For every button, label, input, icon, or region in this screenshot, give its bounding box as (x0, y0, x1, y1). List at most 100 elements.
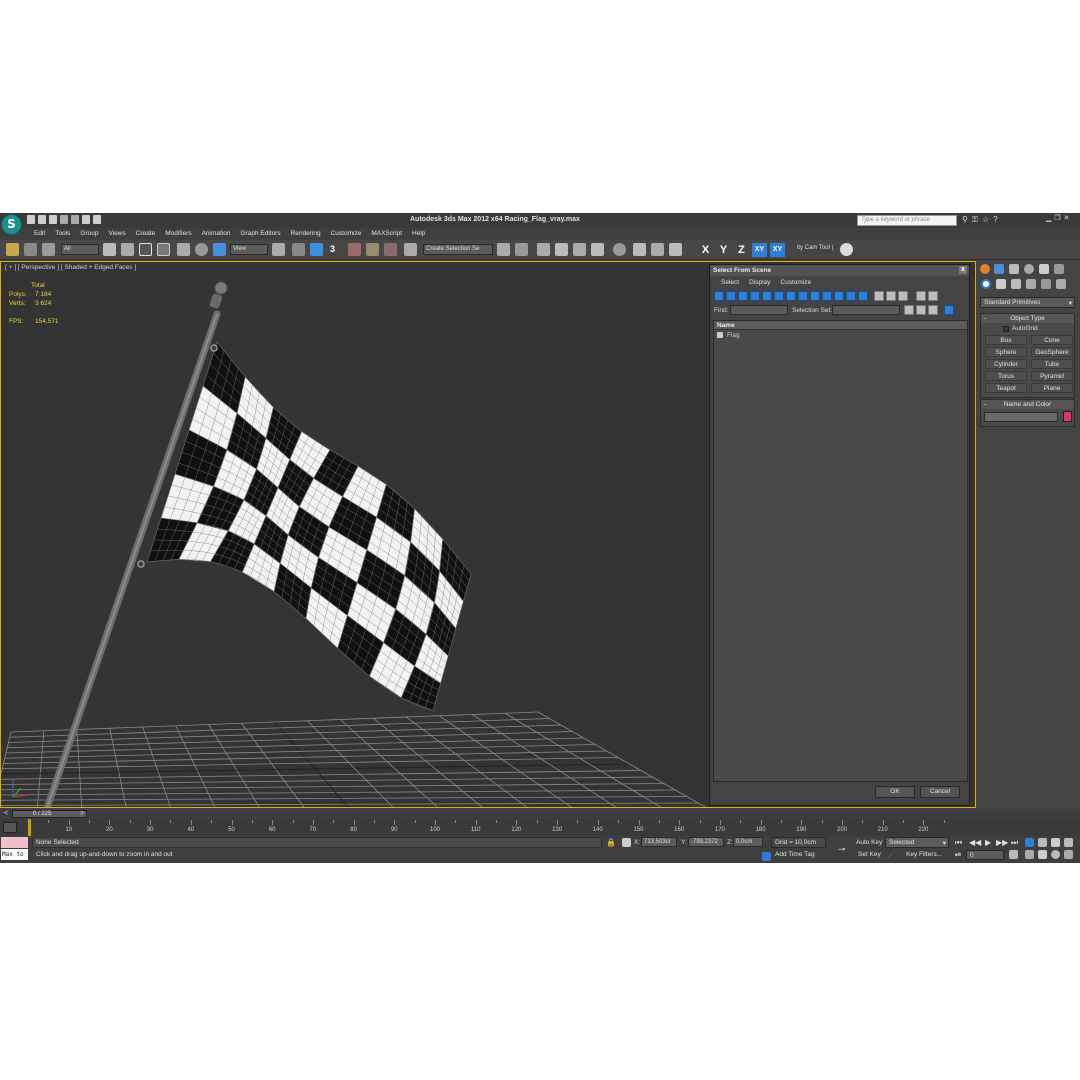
display-cameras-icon[interactable] (750, 291, 760, 301)
object-color-swatch[interactable] (1063, 411, 1072, 422)
mini-curve-editor-icon[interactable] (3, 822, 17, 833)
scene-object-list[interactable]: Name Flag (713, 320, 968, 782)
axis-xy-button[interactable]: XY (752, 243, 767, 257)
selection-set-dropdown[interactable] (832, 305, 900, 315)
box-button[interactable]: Box (985, 335, 1027, 345)
display-groups-icon[interactable] (786, 291, 796, 301)
zoom-extents-icon[interactable] (1051, 838, 1060, 847)
time-slider-thumb[interactable]: 0 / 225 (12, 810, 87, 818)
display-geometry-icon[interactable] (714, 291, 724, 301)
bind-space-warp-icon[interactable] (42, 243, 55, 256)
dialog-menu-customize[interactable]: Customize (775, 276, 816, 288)
spinner-snap-icon[interactable] (384, 243, 397, 256)
display-all-icon[interactable] (858, 291, 868, 301)
add-to-set-icon[interactable] (916, 305, 926, 315)
keyboard-shortcut-override-icon[interactable] (310, 243, 323, 256)
find-input[interactable] (730, 305, 788, 315)
display-helpers-icon[interactable] (762, 291, 772, 301)
menu-customize[interactable]: Customize (326, 228, 367, 240)
undo-icon[interactable] (60, 215, 68, 224)
restore-icon[interactable]: ❐ (1054, 214, 1060, 222)
key-mode-toggle-icon[interactable]: ⏯ (955, 850, 961, 860)
select-by-name-icon[interactable] (121, 243, 134, 256)
window-crossing-icon[interactable] (157, 243, 170, 256)
dialog-close-button[interactable]: x (959, 266, 967, 274)
camera-tool-icon[interactable] (840, 243, 853, 256)
go-to-end-icon[interactable]: ⏭ (1011, 838, 1018, 848)
object-name-input[interactable] (984, 412, 1058, 422)
zoom-all-icon[interactable] (1038, 838, 1047, 847)
key-icon[interactable]: ⚿ (972, 215, 978, 225)
next-frame-icon[interactable]: > (80, 810, 84, 817)
plane-button[interactable]: Plane (1031, 383, 1073, 393)
graphite-ribbon-icon[interactable] (555, 243, 568, 256)
pivot-center-icon[interactable] (272, 243, 285, 256)
create-selection-set-icon[interactable] (904, 305, 914, 315)
reference-coordinate-dropdown[interactable]: View (230, 244, 268, 255)
zoom-icon[interactable] (1025, 838, 1034, 847)
curve-editor-icon[interactable] (573, 243, 586, 256)
current-frame-field[interactable]: 0 (966, 850, 1004, 860)
teapot-button[interactable]: Teapot (985, 383, 1027, 393)
hierarchy-tab-icon[interactable] (1009, 264, 1019, 274)
key-filter-icon[interactable]: ⟋ (887, 851, 896, 861)
axis-z-button[interactable]: Z (734, 243, 749, 257)
select-none-icon[interactable] (886, 291, 896, 301)
named-selection-set-dropdown[interactable]: Create Selection Se (423, 244, 493, 255)
add-time-tag-button[interactable]: Add Time Tag (775, 851, 815, 858)
display-hidden-icon[interactable] (846, 291, 856, 301)
percent-snap-icon[interactable] (366, 243, 379, 256)
dialog-menu-select[interactable]: Select (716, 276, 744, 288)
menu-rendering[interactable]: Rendering (286, 228, 326, 240)
zoom-extents-all-icon[interactable] (1064, 838, 1073, 847)
search-input[interactable]: Type a keyword or phrase (857, 215, 957, 226)
sync-selection-icon[interactable] (944, 305, 954, 315)
maximize-viewport-icon[interactable] (1064, 850, 1073, 859)
cancel-button[interactable]: Cancel (920, 786, 960, 798)
dialog-menu-display[interactable]: Display (744, 276, 775, 288)
track-bar[interactable]: 10 20 30 40 50 60 70 80 90 100 110 120 130 140 150 160 1… (0, 819, 1080, 836)
lights-icon[interactable] (1011, 279, 1021, 289)
menu-modifiers[interactable]: Modifiers (160, 228, 196, 240)
menu-maxscript[interactable]: MAXScript (366, 228, 407, 240)
autogrid-checkbox[interactable]: AutoGrid (981, 323, 1074, 332)
rendered-frame-window-icon[interactable] (651, 243, 664, 256)
manipulate-icon[interactable] (292, 243, 305, 256)
render-production-icon[interactable] (669, 243, 682, 256)
display-shapes-icon[interactable] (726, 291, 736, 301)
axis-xy-cycle-button[interactable]: XY (770, 243, 785, 257)
rectangle-selection-icon[interactable] (139, 243, 152, 256)
object-type-header[interactable]: - Object Type (981, 314, 1074, 323)
shapes-icon[interactable] (996, 279, 1006, 289)
cam-tool-label[interactable]: ity Cam Tool ( (795, 244, 837, 255)
frame-ruler[interactable]: 10 20 30 40 50 60 70 80 90 100 110 120 130 140 150 160 1… (28, 819, 948, 836)
schematic-view-icon[interactable] (591, 243, 604, 256)
utilities-tab-icon[interactable] (1054, 264, 1064, 274)
align-icon[interactable] (515, 243, 528, 256)
set-key-mode-icon[interactable]: ⊸ (838, 844, 847, 854)
menu-group[interactable]: Group (75, 228, 103, 240)
select-and-link-icon[interactable] (6, 243, 19, 256)
menu-edit[interactable]: Edit (29, 228, 50, 240)
new-file-icon[interactable] (27, 215, 35, 224)
help-icon[interactable]: ? (993, 215, 997, 225)
minimize-icon[interactable]: ▁ (1046, 214, 1051, 222)
field-of-view-icon[interactable] (1025, 850, 1034, 859)
viewport-label[interactable]: [ + ] [ Perspective ] [ Shaded + Edged F… (5, 264, 136, 271)
app-logo-button[interactable]: S (1, 214, 22, 235)
select-invert-icon[interactable] (898, 291, 908, 301)
motion-tab-icon[interactable] (1024, 264, 1034, 274)
cameras-icon[interactable] (1026, 279, 1036, 289)
auto-key-button[interactable]: Auto Key (856, 839, 882, 846)
snap-toggle-icon[interactable]: 3 (330, 243, 343, 256)
material-editor-icon[interactable] (613, 243, 626, 256)
edit-named-selection-icon[interactable] (404, 243, 417, 256)
torus-button[interactable]: Torus (985, 371, 1027, 381)
key-mode-dropdown[interactable]: Selected ▾ (885, 837, 949, 848)
ok-button[interactable]: OK (875, 786, 915, 798)
selection-filter-dropdown[interactable]: All (61, 244, 99, 255)
list-item[interactable]: Flag (714, 330, 967, 340)
next-key-icon[interactable]: ▶▶ (996, 838, 1008, 847)
menu-help[interactable]: Help (407, 228, 430, 240)
select-and-rotate-icon[interactable] (195, 243, 208, 256)
